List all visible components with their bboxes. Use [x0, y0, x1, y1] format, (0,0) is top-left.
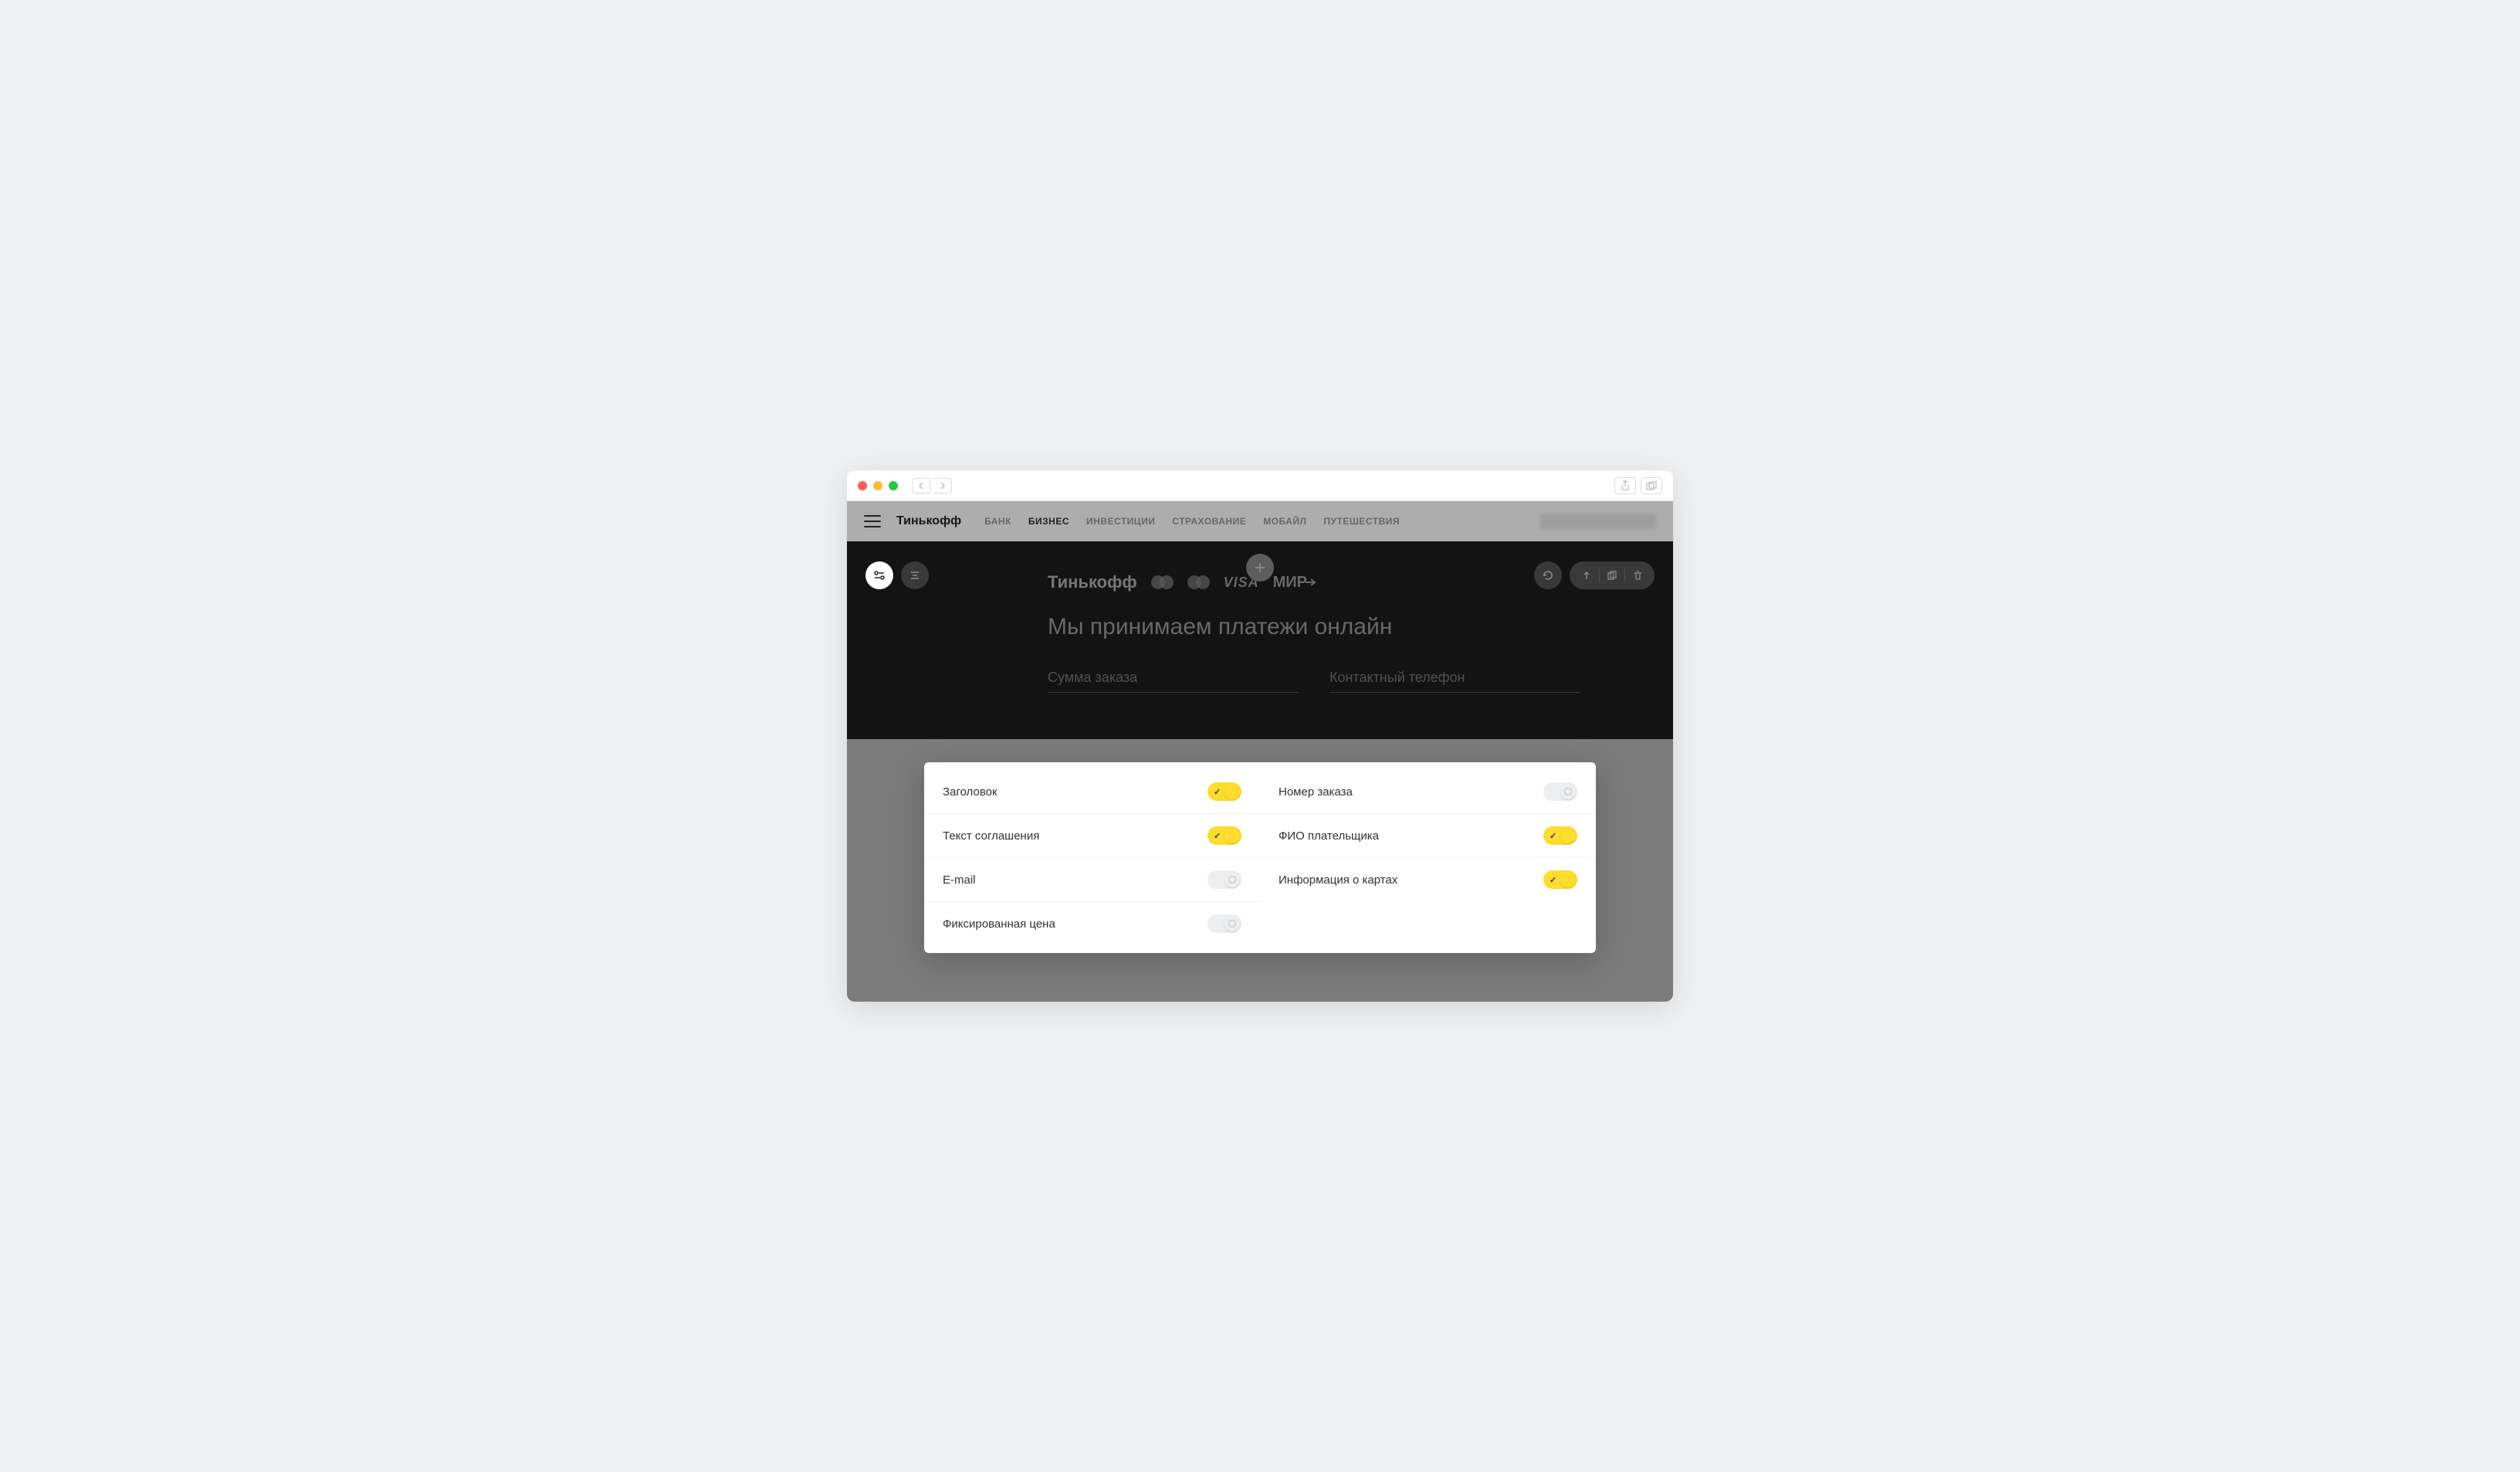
settings-toggle-button[interactable] [865, 561, 893, 589]
setting-row-email: E-mail [924, 858, 1260, 902]
settings-col-left: Заголовок Текст соглашения E-mail Ф [924, 770, 1260, 945]
payment-content: Тинькофф VISA МИР Мы принимаем платежи о… [940, 572, 1580, 693]
toggle-ordernum[interactable] [1543, 782, 1577, 801]
setting-row-fixedprice: Фиксированная цена [924, 902, 1260, 945]
mastercard-icon [1151, 575, 1174, 589]
setting-label: Заголовок [943, 785, 998, 799]
menu-icon[interactable] [864, 515, 881, 527]
back-button[interactable] [912, 478, 930, 493]
right-toolbar [1534, 561, 1655, 589]
nav-buttons [912, 478, 952, 493]
outer-frame: Тинькофф БАНК БИЗНЕС ИНВЕСТИЦИИ СТРАХОВА… [705, 412, 1815, 1060]
traffic-lights [858, 481, 898, 490]
maximize-window-button[interactable] [889, 481, 898, 490]
nav-link-mobile[interactable]: МОБАЙЛ [1263, 516, 1306, 527]
brand-logo[interactable]: Тинькофф [896, 514, 961, 528]
delete-button[interactable] [1625, 561, 1650, 589]
toggle-fixedprice[interactable] [1208, 914, 1241, 933]
setting-row-title: Заголовок [924, 770, 1260, 814]
add-block-button[interactable] [1246, 554, 1274, 582]
phone-input[interactable]: Контактный телефон [1329, 670, 1580, 693]
mir-icon: МИР [1273, 574, 1316, 592]
nav-link-investments[interactable]: ИНВЕСТИЦИИ [1086, 516, 1155, 527]
bottom-section: Заголовок Текст соглашения E-mail Ф [847, 739, 1673, 1002]
browser-chrome [847, 470, 1673, 501]
merchant-logo: Тинькофф [1048, 572, 1137, 592]
refresh-button[interactable] [1534, 561, 1562, 589]
settings-col-right: Номер заказа ФИО плательщика Информация … [1260, 770, 1596, 945]
setting-label: Информация о картах [1279, 873, 1397, 887]
input-row: Сумма заказа Контактный телефон [1048, 670, 1580, 693]
browser-window: Тинькофф БАНК БИЗНЕС ИНВЕСТИЦИИ СТРАХОВА… [847, 470, 1673, 1002]
setting-row-agreement: Текст соглашения [924, 814, 1260, 858]
setting-label: E-mail [943, 873, 976, 887]
setting-row-ordernum: Номер заказа [1260, 770, 1596, 814]
action-pill [1570, 561, 1655, 589]
share-button[interactable] [1614, 477, 1636, 494]
amount-input[interactable]: Сумма заказа [1048, 670, 1299, 693]
nav-link-insurance[interactable]: СТРАХОВАНИЕ [1172, 516, 1246, 527]
toggle-agreement[interactable] [1208, 826, 1241, 845]
setting-label: Фиксированная цена [943, 917, 1055, 931]
settings-popover: Заголовок Текст соглашения E-mail Ф [924, 762, 1596, 953]
viewport: Тинькофф БАНК БИЗНЕС ИНВЕСТИЦИИ СТРАХОВА… [847, 501, 1673, 1002]
toggle-fullname[interactable] [1543, 826, 1577, 845]
setting-label: ФИО плательщика [1279, 829, 1379, 843]
setting-label: Номер заказа [1279, 785, 1353, 799]
copy-button[interactable] [1600, 561, 1624, 589]
align-button[interactable] [901, 561, 929, 589]
setting-label: Текст соглашения [943, 829, 1039, 843]
nav-link-bank[interactable]: БАНК [984, 516, 1011, 527]
top-nav: Тинькофф БАНК БИЗНЕС ИНВЕСТИЦИИ СТРАХОВА… [847, 501, 1673, 541]
forward-button[interactable] [933, 478, 952, 493]
toggle-cardinfo[interactable] [1543, 870, 1577, 889]
user-area-blurred[interactable] [1540, 514, 1656, 529]
minimize-window-button[interactable] [873, 481, 882, 490]
toggle-title[interactable] [1208, 782, 1241, 801]
setting-row-cardinfo: Информация о картах [1260, 858, 1596, 901]
tabs-button[interactable] [1641, 477, 1662, 494]
setting-row-fullname: ФИО плательщика [1260, 814, 1596, 858]
nav-link-travel[interactable]: ПУТЕШЕСТВИЯ [1323, 516, 1400, 527]
chrome-right-group [1614, 477, 1662, 494]
move-up-button[interactable] [1574, 561, 1599, 589]
close-window-button[interactable] [858, 481, 867, 490]
maestro-icon [1187, 575, 1210, 589]
left-toolbar [865, 561, 929, 589]
nav-links: БАНК БИЗНЕС ИНВЕСТИЦИИ СТРАХОВАНИЕ МОБАЙ… [984, 516, 1400, 527]
brand-row: Тинькофф VISA МИР [1048, 572, 1580, 592]
nav-link-business[interactable]: БИЗНЕС [1028, 516, 1069, 527]
payment-headline[interactable]: Мы принимаем платежи онлайн [1048, 614, 1580, 640]
toggle-email[interactable] [1208, 870, 1241, 889]
